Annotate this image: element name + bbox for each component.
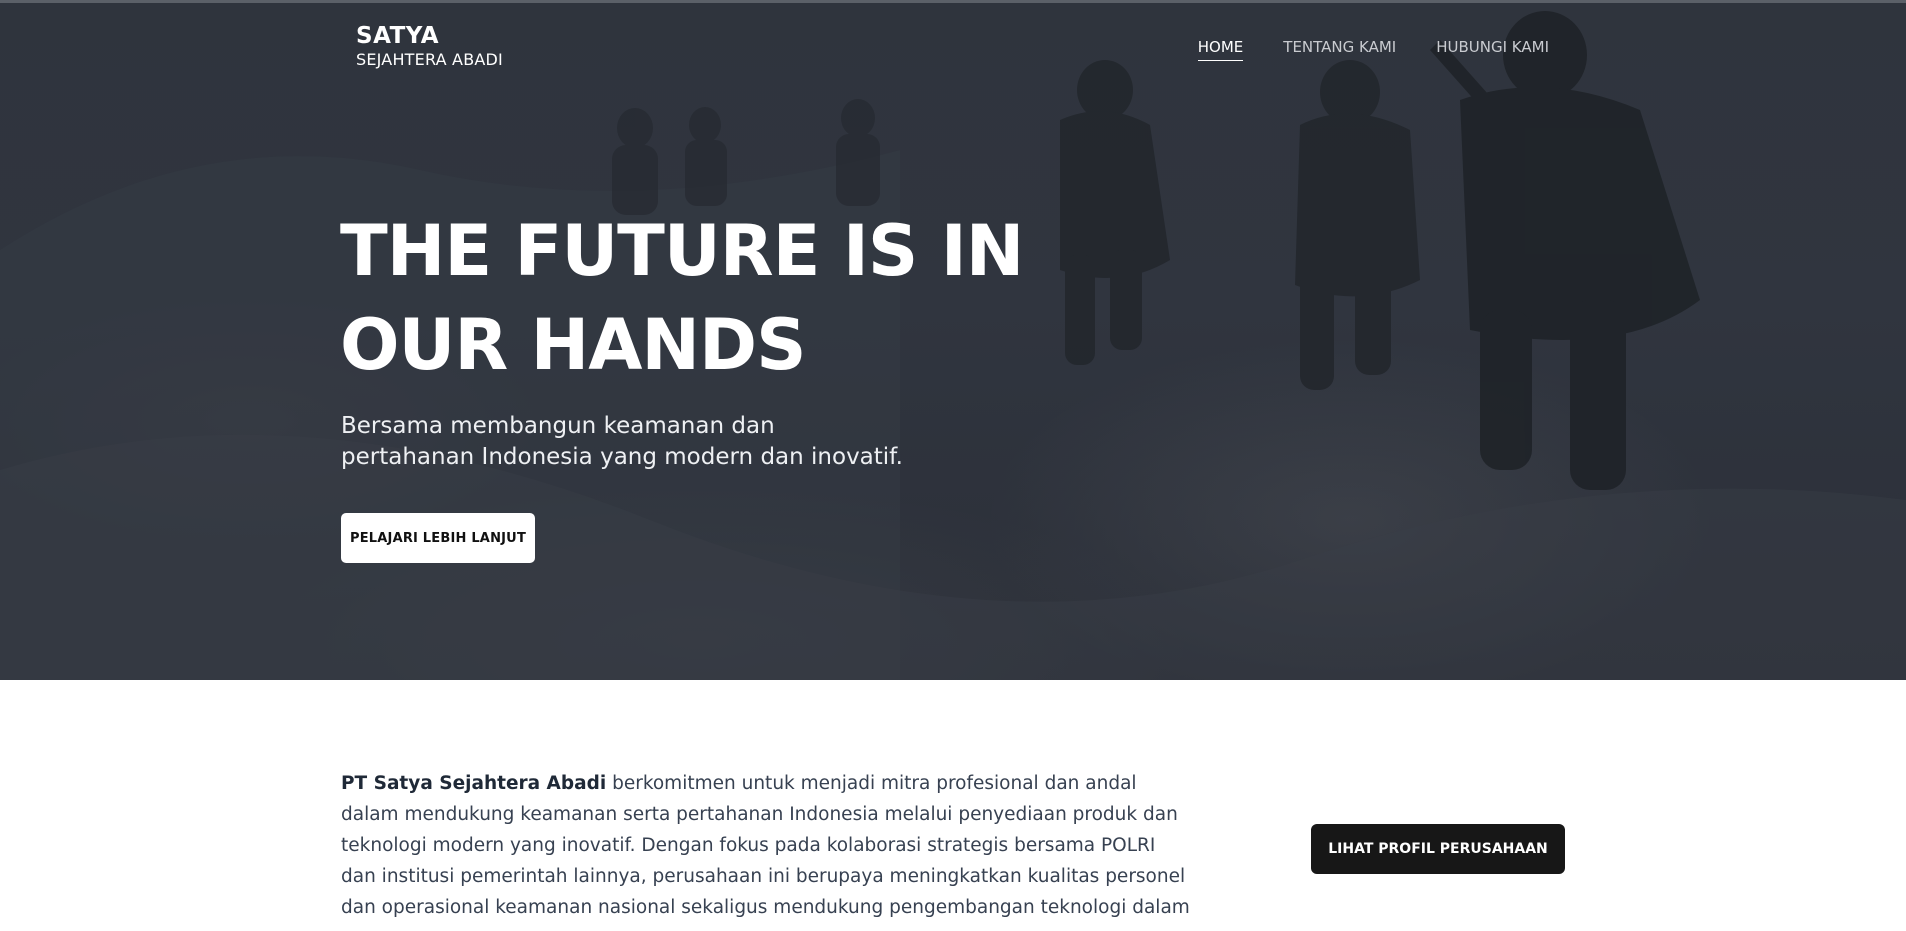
hero-subtitle: Bersama membangun keamanan dan pertahana… — [341, 411, 961, 473]
about-description-text: berkomitmen untuk menjadi mitra profesio… — [341, 773, 1190, 918]
nav-link-home[interactable]: HOME — [1197, 36, 1244, 61]
nav-link-tentang-kami[interactable]: TENTANG KAMI — [1283, 36, 1396, 61]
nav-link-hubungi-kami[interactable]: HUBUNGI KAMI — [1436, 36, 1549, 61]
company-name: PT Satya Sejahtera Abadi — [341, 773, 607, 794]
hero-headline-line-2: OUR HANDS — [340, 304, 806, 386]
hero-headline-line-1: THE FUTURE IS IN — [340, 210, 1024, 292]
hero-section: SATYA SEJAHTERA ABADI HOME TENTANG KAMI … — [0, 0, 1906, 680]
hero-headline: THE FUTURE IS IN OUR HANDS — [340, 204, 1040, 392]
brand-logo[interactable]: SATYA SEJAHTERA ABADI — [356, 22, 503, 70]
company-profile-button[interactable]: LIHAT PROFIL PERUSAHAAN — [1311, 824, 1565, 874]
learn-more-button[interactable]: PELAJARI LEBIH LANJUT — [341, 513, 535, 563]
about-description: PT Satya Sejahtera Abadi berkomitmen unt… — [341, 768, 1191, 923]
brand-subtitle: SEJAHTERA ABADI — [356, 50, 503, 69]
about-section: PT Satya Sejahtera Abadi berkomitmen unt… — [0, 680, 1906, 931]
main-nav: HOME TENTANG KAMI HUBUNGI KAMI — [1197, 36, 1549, 61]
hero-subtitle-line-1: Bersama membangun keamanan dan — [341, 413, 775, 439]
brand-name: SATYA — [356, 23, 440, 49]
hero-subtitle-line-2: pertahanan Indonesia yang modern dan ino… — [341, 444, 903, 470]
